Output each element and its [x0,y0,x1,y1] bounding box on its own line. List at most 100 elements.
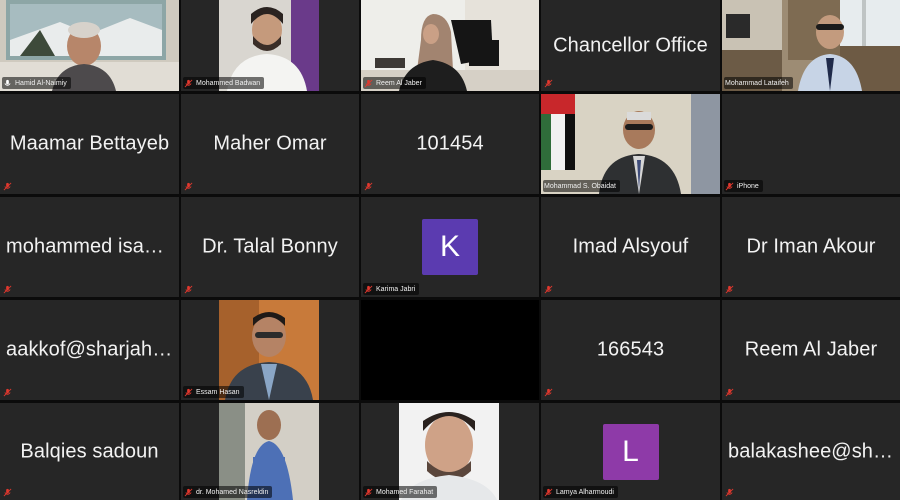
mic-muted-icon [544,79,553,88]
participant-label: Mohammad S. Obaidat [543,180,620,192]
participant-name: dr. Mohamed Nasreldin [196,488,269,496]
gallery-grid: Hamid Al-Naimiy Mohammed Badwan Reem Al … [0,0,900,500]
participant-label: iPhone [724,180,763,192]
mic-muted-icon [725,488,734,497]
mic-on-icon [3,79,12,88]
participant-label [183,283,200,295]
participant-name: Karima Jabri [376,285,416,293]
participant-name: Reem Al Jaber [376,79,422,87]
participant-label [183,180,200,192]
mic-muted-icon [184,488,193,497]
participant-tile-balqies[interactable]: Balqies sadoun [0,403,179,500]
participant-tile-imad[interactable]: Imad Alsyouf [541,197,720,297]
participant-tile-iphone[interactable]: iPhone [722,94,900,194]
mic-muted-icon [725,388,734,397]
participant-tile-mohammed-isam[interactable]: mohammed isam... [0,197,179,297]
participant-tile-reem-al-jaber-video[interactable]: Reem Al Jaber [361,0,539,91]
participant-tile-maher[interactable]: Maher Omar [181,94,359,194]
participant-display-name: 101454 [416,132,484,155]
participant-label: Mohammed Badwan [183,77,265,89]
mic-muted-icon [3,488,12,497]
mic-muted-icon [544,488,553,497]
avatar: L [602,423,659,480]
participant-name: Essam Hasan [196,388,240,396]
participant-tile-chancellor-office[interactable]: Chancellor Office [541,0,720,91]
mic-muted-icon [184,79,193,88]
participant-label: Karima Jabri [363,283,420,295]
participant-display-name: Imad Alsyouf [572,235,689,258]
mic-muted-icon [3,182,12,191]
participant-name: Mohammed Badwan [196,79,261,87]
participant-display-name: mohammed isam... [6,235,178,258]
participant-tile-badwan[interactable]: Mohammed Badwan [181,0,359,91]
mic-muted-icon [184,285,193,294]
participant-label [2,486,19,498]
mic-muted-icon [364,79,373,88]
participant-name: Mohammad S. Obaidat [544,182,616,190]
participant-label [724,283,741,295]
participant-tile-farahat[interactable]: Mohamed Farahat [361,403,539,500]
participant-display-name: 166543 [596,338,665,361]
participant-tile-101454[interactable]: 101454 [361,94,539,194]
mic-muted-icon [184,388,193,397]
participant-display-name: Dr Iman Akour [746,235,876,258]
mic-muted-icon [544,285,553,294]
participant-display-name: Maher Omar [213,132,327,155]
participant-name: Hamid Al-Naimiy [15,79,67,87]
mic-muted-icon [364,285,373,294]
video-feed-essam [181,300,359,400]
mic-muted-icon [725,182,734,191]
participant-tile-nasreldin[interactable]: dr. Mohamed Nasreldin [181,403,359,500]
participant-label: Essam Hasan [183,386,244,398]
participant-display-name: Reem Al Jaber [744,338,878,361]
participant-label: Mohammad Lataifeh [724,77,793,89]
participant-tile-166543[interactable]: 166543 [541,300,720,400]
participant-display-name: Chancellor Office [553,34,708,56]
participant-tile-obaidat[interactable]: Mohammad S. Obaidat [541,94,720,194]
participant-display-name: Dr. Talal Bonny [202,235,338,258]
mic-muted-icon [184,182,193,191]
participant-name: Mohamed Farahat [376,488,434,496]
participant-label: Hamid Al-Naimiy [2,77,71,89]
participant-label [363,180,380,192]
mic-muted-icon [544,388,553,397]
participant-label [543,386,560,398]
participant-name: Lamya Alharmoudi [556,488,614,496]
participant-label: Mohamed Farahat [363,486,438,498]
participant-tile-talal[interactable]: Dr. Talal Bonny [181,197,359,297]
participant-name: iPhone [737,182,759,190]
participant-tile-lamya[interactable]: L Lamya Alharmoudi [541,403,720,500]
participant-tile-reem-al-jaber[interactable]: Reem Al Jaber [722,300,900,400]
participant-display-name: balakashee@sha... [728,440,900,462]
mic-muted-icon [3,388,12,397]
mic-muted-icon [725,285,734,294]
avatar: K [422,219,478,275]
participant-display-name: Balqies sadoun [20,440,159,462]
mic-muted-icon [3,285,12,294]
participant-label [2,180,19,192]
participant-tile-essam[interactable]: Essam Hasan [181,300,359,400]
participant-label [543,77,560,89]
participant-tile-iman[interactable]: Dr Iman Akour [722,197,900,297]
participant-label [2,386,19,398]
participant-label [724,386,741,398]
participant-tile-hamid[interactable]: Hamid Al-Naimiy [0,0,179,91]
participant-label [2,283,19,295]
participant-display-name: aakkof@sharjah.... [6,338,175,361]
participant-tile-maamar[interactable]: Maamar Bettayeb [0,94,179,194]
participant-tile-karima[interactable]: K Karima Jabri [361,197,539,297]
participant-name: Mohammad Lataifeh [725,79,789,87]
participant-label: Reem Al Jaber [363,77,426,89]
participant-tile-blank[interactable] [361,300,539,400]
video-feed-obaidat [541,94,720,194]
participant-tile-aakkof[interactable]: aakkof@sharjah.... [0,300,179,400]
participant-label: dr. Mohamed Nasreldin [183,486,273,498]
participant-label [543,283,560,295]
participant-label: Lamya Alharmoudi [543,486,618,498]
participant-label [724,486,741,498]
participant-display-name: Maamar Bettayeb [9,132,170,155]
mic-muted-icon [364,182,373,191]
participant-tile-balakashee[interactable]: balakashee@sha... [722,403,900,500]
participant-tile-lataifeh[interactable]: Mohammad Lataifeh [722,0,900,91]
mic-muted-icon [364,488,373,497]
